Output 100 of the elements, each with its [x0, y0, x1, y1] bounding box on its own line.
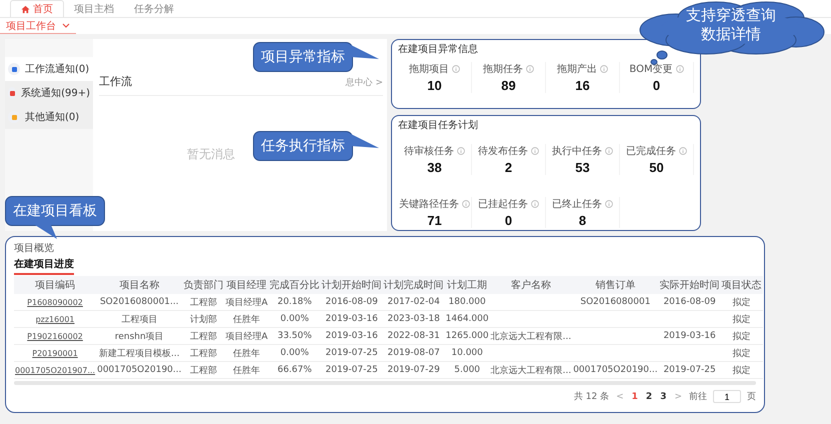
page-button[interactable]: 2	[644, 392, 654, 402]
table-cell: 新建工程项目模板...	[98, 348, 180, 358]
table-cell: 0001705O20190...	[97, 365, 182, 375]
project-code-link[interactable]: pzz16001	[36, 314, 75, 324]
table-cell: 北京远大工程有限...	[490, 332, 572, 342]
page-tab[interactable]: 首页	[10, 0, 64, 17]
metric-label: 拖期产出	[557, 62, 597, 76]
workflow-title: 工作流	[99, 74, 132, 89]
empty-message: 暂无消息	[187, 146, 235, 162]
table-cell: 工程项目	[121, 314, 158, 324]
table-cell: 北京远大工程有限...	[490, 366, 572, 376]
table-cell: 2016-08-09	[663, 297, 716, 307]
column-header: 完成百分比	[268, 276, 321, 294]
notification-item[interactable]: 系统通知(99+)	[5, 81, 93, 105]
column-header: 实际开始时间	[658, 276, 721, 294]
callout: 项目异常指标	[253, 42, 353, 72]
page-button[interactable]: 1	[630, 392, 639, 402]
table-cell: 工程部	[190, 366, 217, 376]
table-cell: 2019-03-16	[326, 314, 378, 324]
table-cell: 33.50%	[277, 331, 312, 341]
metric-value[interactable]: 53	[575, 160, 590, 175]
info-icon[interactable]	[531, 147, 539, 155]
column-header: 计划开始时间	[320, 276, 383, 294]
metric-label: 已终止任务	[552, 198, 602, 211]
page-tab[interactable]: 任务分解	[124, 0, 184, 17]
column-header: 项目经理	[224, 276, 269, 294]
table-cell: 2017-02-04	[388, 297, 440, 307]
table-cell: 工程部	[190, 348, 217, 358]
table-cell: 20.18%	[277, 297, 312, 307]
callout: 任务执行指标	[253, 131, 353, 161]
notification-item[interactable]: 其他通知(0)	[5, 105, 93, 129]
table-cell: 拟定	[732, 298, 751, 308]
table-cell: 2019-03-16	[326, 331, 378, 341]
panel-title: 项目概览	[14, 242, 55, 255]
info-icon[interactable]	[676, 65, 684, 73]
column-header: 销售订单	[572, 276, 659, 294]
table-cell: 2019-07-25	[326, 348, 378, 358]
table-cell: 1464.000	[446, 314, 489, 324]
table-cell: 180.000	[448, 297, 486, 307]
table-cell: SO2016080001...	[100, 297, 179, 307]
notification-item[interactable]: 工作流通知(0)	[5, 57, 93, 81]
page-button[interactable]: 3	[659, 392, 668, 402]
info-icon[interactable]	[462, 200, 470, 208]
metric-value[interactable]: 2	[504, 160, 512, 175]
column-header: 项目编码	[14, 276, 96, 294]
metric-value[interactable]: 50	[649, 160, 664, 175]
page-input[interactable]: 1	[713, 390, 741, 403]
info-icon[interactable]	[605, 200, 613, 208]
card-title: 在建项目任务计划	[398, 118, 479, 132]
table-cell: 2019-07-29	[388, 365, 440, 375]
info-icon[interactable]	[457, 147, 465, 155]
project-code-link[interactable]: P1608090002	[27, 298, 83, 306]
project-code-link[interactable]: 0001705O201907...	[15, 366, 96, 374]
metric-value[interactable]: 16	[575, 78, 590, 93]
table-cell: 66.67%	[277, 365, 312, 375]
table-cell: 任胜年	[233, 348, 260, 358]
table-cell: 1265.000	[446, 331, 489, 341]
metric-label: 待发布任务	[478, 144, 528, 158]
info-icon[interactable]	[679, 147, 687, 155]
metric-label: 待审核任务	[404, 144, 454, 158]
info-icon[interactable]	[600, 65, 608, 73]
table-cell: 计划部	[190, 314, 217, 324]
workspace-tab[interactable]: 项目工作台	[0, 18, 76, 34]
metric-value[interactable]: 10	[427, 78, 442, 93]
column-header: 负责部门	[182, 276, 224, 294]
info-icon[interactable]	[526, 65, 534, 73]
metric-value[interactable]: 0	[504, 213, 512, 228]
metric-value[interactable]: 89	[501, 78, 516, 93]
info-icon[interactable]	[531, 200, 539, 208]
metric-label: 已完成任务	[626, 144, 676, 158]
table-cell: 0.00%	[280, 348, 309, 358]
goto-label: 前往	[689, 390, 707, 403]
card-title: 在建项目异常信息	[398, 42, 479, 56]
table-cell: 工程部	[190, 298, 217, 308]
metric-value[interactable]: 8	[578, 213, 586, 228]
table-cell: SO2016080001	[580, 297, 650, 307]
table-cell: 2022-08-31	[388, 331, 440, 341]
metric-label: 已挂起任务	[478, 198, 528, 211]
page-tab[interactable]: 项目主档	[64, 0, 124, 17]
home-icon	[21, 4, 30, 14]
project-code-link[interactable]: P1902160002	[27, 332, 83, 340]
column-header: 项目名称	[96, 276, 182, 294]
callout-text: 支持穿透查询	[686, 6, 776, 25]
metric-value[interactable]: 0	[652, 78, 660, 93]
table-cell: 10.000	[451, 348, 483, 358]
table-cell: 拟定	[732, 366, 751, 376]
table-cell: 2019-07-25	[326, 365, 378, 375]
metric-label: 拖期项目	[409, 62, 449, 76]
project-code-link[interactable]: P20190001	[32, 348, 78, 358]
info-icon[interactable]	[452, 65, 460, 73]
table-cell: 2019-08-07	[388, 348, 440, 358]
page-unit: 页	[747, 391, 756, 403]
metric-label: 执行中任务	[552, 144, 602, 158]
chevron-down-icon	[62, 23, 70, 28]
table-cell: renshn项目	[114, 332, 164, 342]
table-cell: 项目经理A	[225, 332, 268, 342]
column-header: 客户名称	[490, 276, 572, 294]
info-icon[interactable]	[605, 147, 613, 155]
metric-value[interactable]: 38	[427, 160, 442, 175]
metric-value[interactable]: 71	[427, 213, 442, 228]
